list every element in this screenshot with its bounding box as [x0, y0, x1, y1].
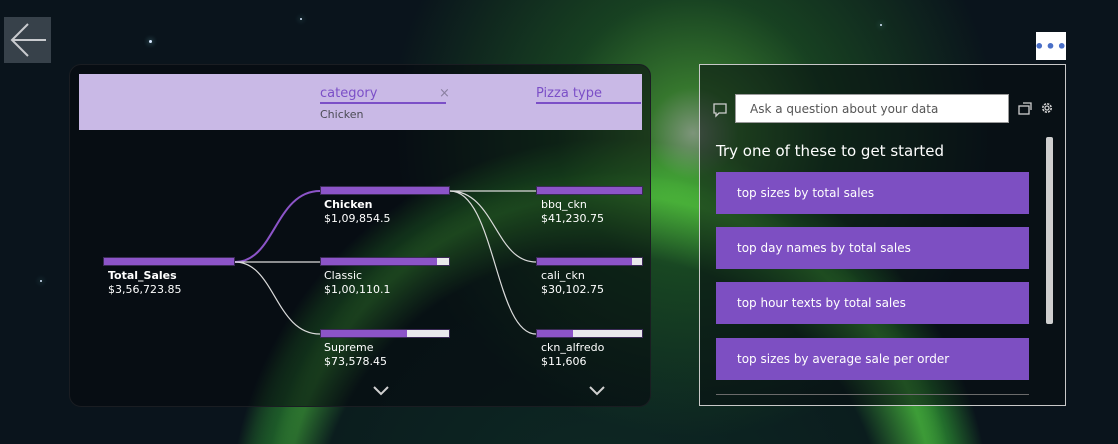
node-value-cali-ckn: $30,102.75 — [541, 283, 604, 296]
node-bar-classic[interactable] — [320, 257, 450, 266]
chevron-down-icon[interactable] — [588, 385, 606, 397]
node-fill-chicken — [321, 187, 449, 194]
suggestion-button[interactable]: top day names by total sales — [716, 227, 1029, 269]
node-bar-supreme[interactable] — [320, 329, 450, 338]
suggestion-button[interactable]: top sizes by average sale per order — [716, 338, 1029, 380]
node-bar-chicken[interactable] — [320, 186, 450, 195]
chevron-down-icon[interactable] — [372, 385, 390, 397]
chat-icon — [713, 103, 727, 118]
node-bar-ckn-alfredo[interactable] — [536, 329, 643, 338]
node-fill-cali-ckn — [537, 258, 632, 265]
node-label-classic: Classic — [324, 269, 363, 282]
node-value-ckn-alfredo: $11,606 — [541, 355, 587, 368]
connector-chicken-cali — [449, 190, 537, 263]
gear-icon[interactable] — [1039, 100, 1055, 116]
node-value-bbq-ckn: $41,230.75 — [541, 212, 604, 225]
star — [149, 40, 152, 43]
divider — [716, 394, 1029, 395]
connector-total-supreme — [234, 261, 321, 335]
node-fill-supreme — [321, 330, 407, 337]
qa-suggestions-heading: Try one of these to get started — [716, 142, 945, 160]
node-fill-ckn-alfredo — [537, 330, 573, 337]
node-label-ckn-alfredo: ckn_alfredo — [541, 341, 605, 354]
more-options-button[interactable]: ••• — [1034, 32, 1067, 60]
node-bar-bbq-ckn[interactable] — [536, 186, 643, 195]
node-label-supreme: Supreme — [324, 341, 374, 354]
qa-panel: Try one of these to get started top size… — [699, 64, 1066, 406]
decomposition-tree: category × Chicken Pizza type Total_Sale… — [69, 64, 651, 407]
suggestion-button[interactable]: top sizes by total sales — [716, 172, 1029, 214]
back-button[interactable] — [4, 17, 51, 63]
root-node-bar[interactable] — [103, 257, 235, 266]
node-value-chicken: $1,09,854.5 — [324, 212, 391, 225]
arrow-left-icon — [10, 23, 46, 57]
root-node-label: Total_Sales — [108, 269, 177, 282]
star — [300, 18, 302, 20]
node-value-supreme: $73,578.45 — [324, 355, 387, 368]
node-value-classic: $1,00,110.1 — [324, 283, 391, 296]
root-node-fill — [104, 258, 234, 265]
node-label-chicken: Chicken — [324, 198, 373, 211]
root-node-value: $3,56,723.85 — [108, 283, 182, 296]
node-fill-bbq-ckn — [537, 187, 642, 194]
qa-scrollbar[interactable] — [1046, 137, 1053, 324]
connector-total-chicken — [234, 190, 321, 263]
node-label-cali-ckn: cali_ckn — [541, 269, 585, 282]
connector-chicken-alfredo — [449, 190, 537, 335]
qa-question-input[interactable] — [735, 94, 1009, 123]
node-bar-cali-ckn[interactable] — [536, 257, 643, 266]
node-fill-classic — [321, 258, 438, 265]
star — [40, 280, 42, 282]
node-label-bbq-ckn: bbq_ckn — [541, 198, 587, 211]
star — [880, 24, 882, 26]
add-question-icon[interactable] — [1017, 101, 1033, 117]
suggestion-button[interactable]: top hour texts by total sales — [716, 282, 1029, 324]
